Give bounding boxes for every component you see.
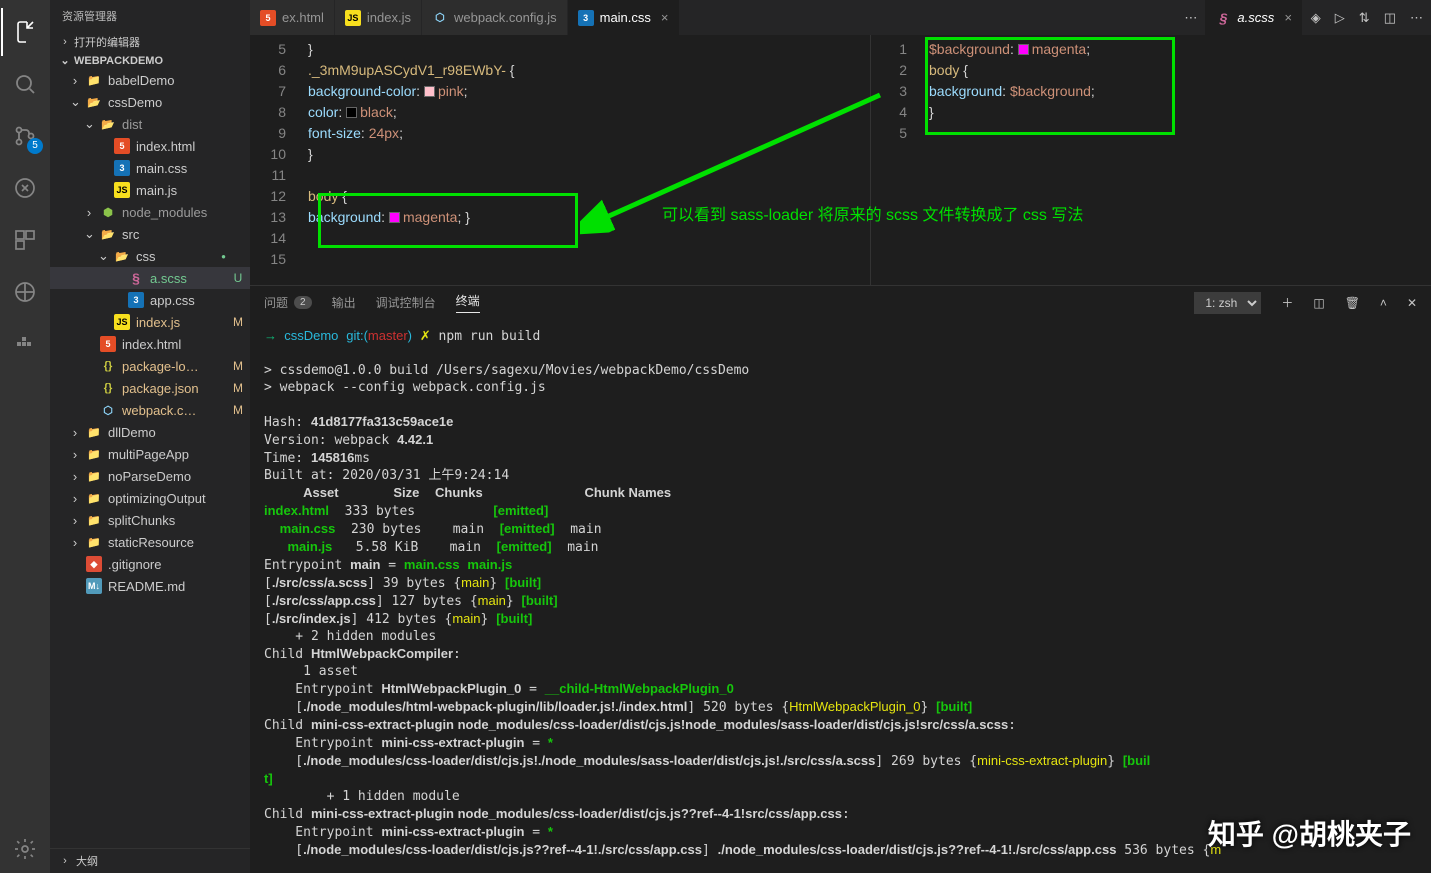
activity-bar: 5 [0, 0, 50, 873]
tabs-region: 5ex.htmlJSindex.js⬡webpack.config.js3mai… [250, 0, 1431, 35]
editor-area: 5ex.htmlJSindex.js⬡webpack.config.js3mai… [250, 0, 1431, 873]
more-tabs-icon[interactable]: ⋯ [1176, 0, 1205, 35]
tree-item[interactable]: M↓README.md [50, 575, 250, 597]
editor-tab[interactable]: JSindex.js [335, 0, 422, 35]
split-terminal-icon[interactable]: ◫ [1313, 296, 1324, 310]
explorer-sidebar: 资源管理器 ›打开的编辑器 ⌄WEBPACKDEMO ›📁babelDemo⌄📂… [50, 0, 250, 873]
terminal-output[interactable]: → cssDemo git:(master) ✗ npm run build >… [250, 319, 1431, 873]
editor-tab[interactable]: 3main.css× [568, 0, 680, 35]
file-tree: ›📁babelDemo⌄📂cssDemo⌄📂dist5index.html3ma… [50, 69, 250, 848]
annotation-box-right [925, 37, 1175, 135]
tree-item[interactable]: ⌄📂css● [50, 245, 250, 267]
editor-tab[interactable]: 5ex.html [250, 0, 335, 35]
close-panel-icon[interactable]: ✕ [1407, 296, 1417, 310]
tree-item[interactable]: ›📁staticResource [50, 531, 250, 553]
search-icon[interactable] [1, 60, 49, 108]
tree-item[interactable]: ⌄📂cssDemo [50, 91, 250, 113]
tree-item[interactable]: 3main.css [50, 157, 250, 179]
panel-tab-problems[interactable]: 问题2 [264, 294, 312, 311]
tree-item[interactable]: ⌄📂src [50, 223, 250, 245]
close-tab-icon[interactable]: × [661, 10, 669, 25]
source-control-icon[interactable]: 5 [1, 112, 49, 160]
editors-split: 56789101112131415 }._3mM9upASCydV1_r98EW… [250, 35, 1431, 285]
outline-section[interactable]: ›大纲 [50, 848, 250, 873]
editor-tab[interactable]: §a.scss× [1205, 0, 1302, 35]
panel-tab-terminal[interactable]: 终端 [456, 292, 480, 313]
tree-item[interactable]: ›📁babelDemo [50, 69, 250, 91]
remote-icon[interactable] [1, 268, 49, 316]
bottom-panel: 问题2 输出 调试控制台 终端 1: zsh ＋ ◫ 🗑 ˄ ✕ → cssDe… [250, 285, 1431, 873]
tree-item[interactable]: JSindex.jsM [50, 311, 250, 333]
tree-item[interactable]: ›📁noParseDemo [50, 465, 250, 487]
panel-tab-debug[interactable]: 调试控制台 [376, 294, 436, 311]
gutter-left: 56789101112131415 [250, 35, 300, 285]
open-editors-section[interactable]: ›打开的编辑器 [50, 32, 250, 52]
tree-item[interactable]: ◆.gitignore [50, 553, 250, 575]
maximize-panel-icon[interactable]: ˄ [1380, 296, 1387, 310]
more-actions-icon[interactable]: ⋯ [1410, 10, 1423, 26]
run-icon[interactable]: ▷ [1335, 10, 1345, 26]
tree-item[interactable]: ›📁multiPageApp [50, 443, 250, 465]
tree-item[interactable]: 5index.html [50, 135, 250, 157]
editor-right-pane[interactable]: 12345 $background: magenta;body { backgr… [871, 35, 1431, 285]
explorer-icon[interactable] [1, 8, 49, 56]
tree-item[interactable]: ›📁optimizingOutput [50, 487, 250, 509]
terminal-selector[interactable]: 1: zsh [1194, 292, 1261, 314]
tabs-group-right: §a.scss× [1205, 0, 1302, 35]
docker-icon[interactable] [1, 320, 49, 368]
split-icon-1[interactable]: ⇅ [1359, 10, 1370, 26]
tree-item[interactable]: {}package.jsonM [50, 377, 250, 399]
compare-icon[interactable]: ◈ [1311, 10, 1321, 26]
editor-tab[interactable]: ⬡webpack.config.js [422, 0, 568, 35]
tree-item[interactable]: JSmain.js [50, 179, 250, 201]
new-terminal-icon[interactable]: ＋ [1281, 294, 1293, 311]
debug-icon[interactable] [1, 164, 49, 212]
panel-tab-output[interactable]: 输出 [332, 294, 356, 311]
tree-item[interactable]: ›⬢node_modules [50, 201, 250, 223]
annotation-box-left [318, 193, 578, 248]
tree-item[interactable]: §a.scssU [50, 267, 250, 289]
tree-item[interactable]: 3app.css [50, 289, 250, 311]
editor-actions: ◈ ▷ ⇅ ◫ ⋯ [1303, 0, 1431, 35]
extensions-icon[interactable] [1, 216, 49, 264]
project-section[interactable]: ⌄WEBPACKDEMO [50, 52, 250, 69]
annotation-text: 可以看到 sass-loader 将原来的 scss 文件转换成了 css 写法 [662, 201, 1083, 225]
tree-item[interactable]: ⬡webpack.c…M [50, 399, 250, 421]
split-editor-icon[interactable]: ◫ [1384, 10, 1396, 26]
tree-item[interactable]: ⌄📂dist [50, 113, 250, 135]
tree-item[interactable]: ›📁dllDemo [50, 421, 250, 443]
close-tab-icon[interactable]: × [1284, 10, 1292, 25]
panel-tabs: 问题2 输出 调试控制台 终端 1: zsh ＋ ◫ 🗑 ˄ ✕ [250, 286, 1431, 319]
tree-item[interactable]: ›📁splitChunks [50, 509, 250, 531]
sidebar-title: 资源管理器 [50, 0, 250, 32]
tabs-group-left: 5ex.htmlJSindex.js⬡webpack.config.js3mai… [250, 0, 1176, 35]
tree-item[interactable]: {}package-lo…M [50, 355, 250, 377]
kill-terminal-icon[interactable]: 🗑 [1345, 296, 1360, 310]
settings-gear-icon[interactable] [1, 825, 49, 873]
tree-item[interactable]: 5index.html [50, 333, 250, 355]
